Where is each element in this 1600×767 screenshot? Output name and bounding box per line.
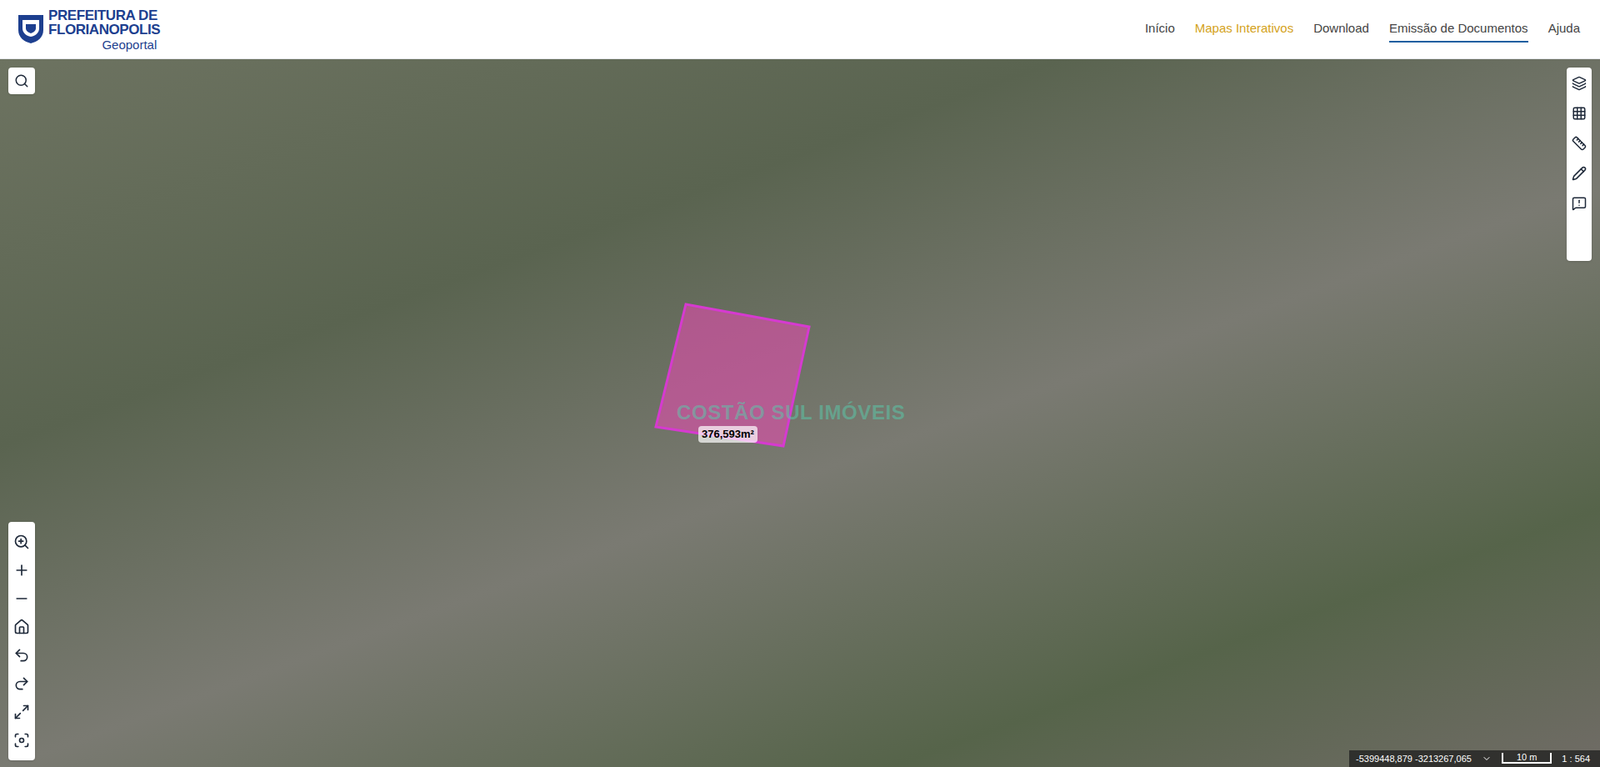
zoom-out-icon[interactable] — [13, 590, 30, 607]
search-button[interactable] — [8, 67, 35, 95]
logo-subtitle: Geoportal — [101, 38, 160, 51]
report-icon[interactable] — [1571, 195, 1587, 211]
locate-icon[interactable] — [13, 731, 30, 749]
basemap-icon[interactable] — [1571, 105, 1587, 121]
zoom-box-icon[interactable] — [13, 533, 30, 550]
map-view[interactable]: COSTÃO SUL IMÓVEIS376,593m² -5399448,879 … — [0, 59, 1600, 767]
projection-dropdown-icon[interactable] — [1481, 753, 1492, 764]
parcel-area-label: 376,593m² — [698, 425, 758, 443]
main-nav: Início Mapas Interativos Download Emissão d… — [1145, 15, 1584, 44]
top-bar: PREFEITURA DEFLORIANOPOLISGeoportal Iníci… — [0, 0, 1600, 60]
nav-item[interactable]: Início — [1145, 15, 1175, 44]
geoportal-page: PREFEITURA DEFLORIANOPOLISGeoportal Iníci… — [0, 0, 1600, 767]
status-bar: -5399448,879 -3213267,065 10 m 1 : 564 — [1349, 750, 1600, 767]
logo-line1: PREFEITURA DE — [48, 8, 160, 23]
draw-icon[interactable] — [1571, 165, 1587, 181]
home-icon[interactable] — [13, 618, 30, 635]
layers-icon[interactable] — [1571, 75, 1587, 91]
nav-item[interactable]: Mapas Interativos — [1195, 15, 1294, 44]
redo-icon[interactable] — [13, 675, 30, 692]
undo-icon[interactable] — [13, 646, 30, 664]
right-toolbar — [1566, 67, 1592, 261]
nav-item[interactable]: Emissão de Documentos — [1389, 15, 1529, 44]
fullscreen-icon[interactable] — [13, 703, 30, 720]
zoom-in-icon[interactable] — [13, 561, 30, 579]
search-icon — [14, 73, 30, 89]
scale-bar: 10 m — [1501, 752, 1552, 764]
watermark: COSTÃO SUL IMÓVEIS — [676, 397, 905, 428]
scale-ratio: 1 : 564 — [1561, 751, 1594, 766]
measure-icon[interactable] — [1571, 135, 1587, 151]
nav-item[interactable]: Download — [1313, 15, 1370, 44]
nav-item[interactable]: Ajuda — [1548, 15, 1580, 44]
coordinates: -5399448,879 -3213267,065 — [1355, 751, 1472, 766]
shield-logo-icon — [16, 13, 45, 45]
logo[interactable]: PREFEITURA DEFLORIANOPOLISGeoportal — [16, 8, 160, 51]
left-toolbar — [8, 521, 35, 760]
logo-line2: FLORIANOPOLIS — [48, 22, 160, 37]
